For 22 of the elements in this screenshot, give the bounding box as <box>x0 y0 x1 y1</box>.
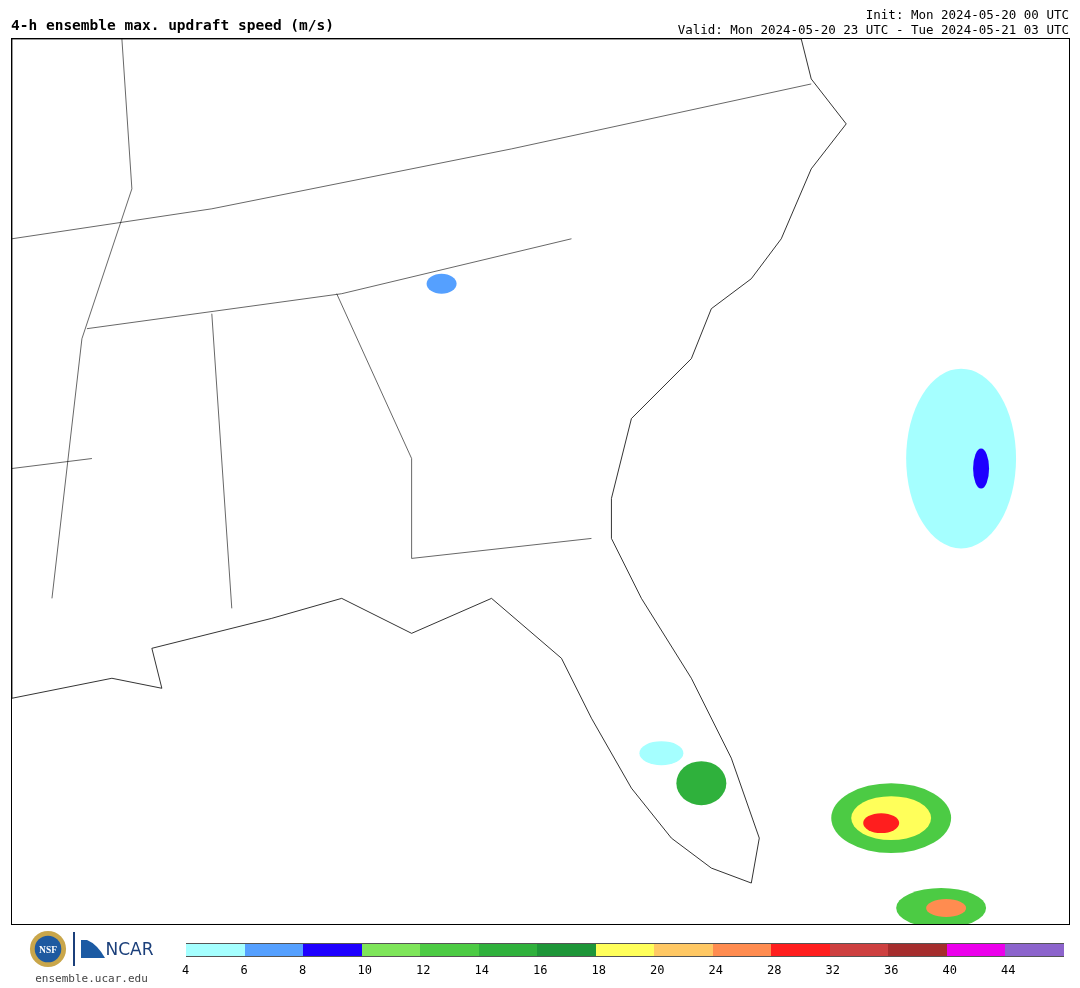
legend-tick-label: 16 <box>533 963 548 977</box>
legend-tick-label: 20 <box>650 963 665 977</box>
site-url: ensemble.ucar.edu <box>35 972 148 985</box>
legend-tick-label: 32 <box>825 963 840 977</box>
legend-tick-label: 6 <box>240 963 248 977</box>
ncar-logo-text: NCAR <box>105 939 154 959</box>
ncar-logo-icon <box>81 940 106 958</box>
legend-tick-label: 40 <box>942 963 957 977</box>
legend-tick-label: 28 <box>767 963 782 977</box>
init-time: Init: Mon 2024-05-20 00 UTC <box>865 7 1069 22</box>
legend-tick-label: 44 <box>1001 963 1016 977</box>
legend-tick-label: 14 <box>474 963 489 977</box>
chart-title: 4-h ensemble max. updraft speed (m/s) <box>11 17 334 33</box>
legend-tick-label: 8 <box>299 963 307 977</box>
legend-tick-label: 24 <box>708 963 723 977</box>
legend-tick-label: 10 <box>357 963 372 977</box>
legend-tick-label: 4 <box>182 963 190 977</box>
valid-time: Valid: Mon 2024-05-20 23 UTC - Tue 2024-05-21 03 UTC <box>677 22 1069 37</box>
nsf-seal-logo: NSF <box>29 930 68 968</box>
legend-tick-label: 18 <box>591 963 606 977</box>
legend-tick-label: 12 <box>416 963 431 977</box>
legend-tick-label: 36 <box>884 963 899 977</box>
